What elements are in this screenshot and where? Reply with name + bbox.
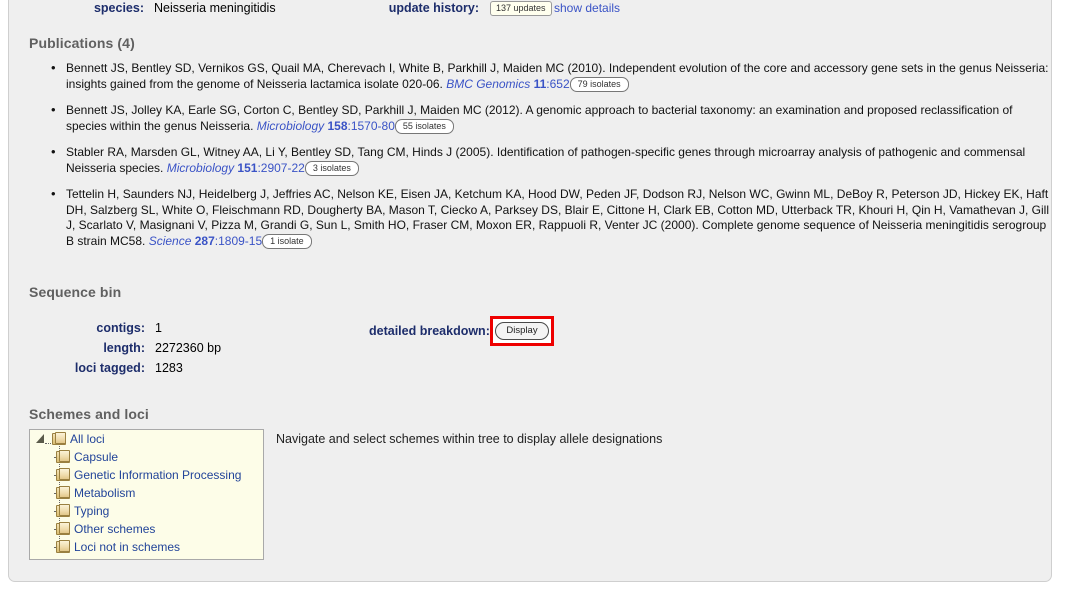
folder-icon xyxy=(56,504,71,517)
loci-tagged-value: 1283 xyxy=(155,361,183,375)
length-label: length: xyxy=(103,341,145,355)
tree-node-label: All loci xyxy=(70,432,105,446)
folder-icon xyxy=(52,432,67,445)
detailed-breakdown-label: detailed breakdown: xyxy=(369,324,490,338)
tree-node-all-loci[interactable]: All loci xyxy=(30,430,263,448)
publication-citation-text: Bennett JS, Jolley KA, Earle SG, Corton … xyxy=(66,103,1013,133)
publications-section-title: Publications (4) xyxy=(29,35,135,51)
tree-node-label: Genetic Information Processing xyxy=(74,468,242,482)
species-value: Neisseria meningitidis xyxy=(154,1,276,15)
list-item: Bennett JS, Jolley KA, Earle SG, Corton … xyxy=(49,102,1049,134)
tree-node-capsule[interactable]: Capsule xyxy=(30,448,263,466)
tree-node-label: Metabolism xyxy=(74,486,136,500)
schemes-and-loci-section-title: Schemes and loci xyxy=(29,406,149,422)
journal-volume: 287 xyxy=(194,233,215,248)
isolate-count-badge[interactable]: 1 isolate xyxy=(262,233,312,249)
record-summary-row: species: Neisseria meningitidis update h… xyxy=(9,1,1051,23)
journal-pages: :2907-22 xyxy=(257,160,305,175)
contigs-label: contigs: xyxy=(96,321,145,335)
table-row: contigs: 1 xyxy=(29,321,359,341)
tree-hint-text: Navigate and select schemes within tree … xyxy=(276,432,663,446)
display-button[interactable]: Display xyxy=(495,322,549,340)
sequence-bin-section-title: Sequence bin xyxy=(29,284,122,300)
contigs-value: 1 xyxy=(155,321,162,335)
isolate-count-badge[interactable]: 79 isolates xyxy=(569,76,629,92)
record-page-panel: species: Neisseria meningitidis update h… xyxy=(8,0,1052,582)
folder-icon xyxy=(56,468,71,481)
schemes-tree-panel[interactable]: All loci Capsule Genetic Information Pro… xyxy=(29,429,264,560)
journal-name: BMC Genomics xyxy=(446,76,531,91)
journal-volume: 158 xyxy=(327,118,348,133)
isolate-count-badge[interactable]: 55 isolates xyxy=(394,118,454,134)
list-item: Tettelin H, Saunders NJ, Heidelberg J, J… xyxy=(49,186,1049,249)
species-label: species: xyxy=(93,1,144,15)
update-count-badge[interactable]: 137 updates xyxy=(490,1,552,16)
journal-volume: 11 xyxy=(533,76,547,91)
isolate-count-badge[interactable]: 3 isolates xyxy=(304,160,359,176)
tree-root-glyph-icon[interactable] xyxy=(30,430,51,448)
list-item: Bennett JS, Bentley SD, Vernikos GS, Qua… xyxy=(49,60,1049,92)
tree-node-label: Capsule xyxy=(74,450,119,464)
tree-node-typing[interactable]: Typing xyxy=(30,502,263,520)
list-item: Stabler RA, Marsden GL, Witney AA, Li Y,… xyxy=(49,144,1049,176)
publications-list: Bennett JS, Bentley SD, Vernikos GS, Qua… xyxy=(49,60,1049,260)
folder-icon xyxy=(56,540,71,553)
journal-pages: :1570-80 xyxy=(347,118,395,133)
tree-node-label: Typing xyxy=(74,504,110,518)
journal-volume: 151 xyxy=(237,160,258,175)
journal-name: Microbiology xyxy=(166,160,235,175)
tree-node-metabolism[interactable]: Metabolism xyxy=(30,484,263,502)
panel-inner: species: Neisseria meningitidis update h… xyxy=(9,0,1051,581)
length-value: 2272360 bp xyxy=(155,341,222,355)
tree-node-loci-not-in-schemes[interactable]: Loci not in schemes xyxy=(30,538,263,556)
update-history-badge-wrap: 137 updates xyxy=(490,1,552,16)
update-history-label: update history: xyxy=(388,1,479,15)
journal-pages: :1809-15 xyxy=(214,233,263,248)
folder-icon xyxy=(56,486,71,499)
table-row: length: 2272360 bp xyxy=(29,341,359,361)
table-row: loci tagged: 1283 xyxy=(29,361,359,381)
show-details-link[interactable]: show details xyxy=(554,1,620,15)
journal-name: Microbiology xyxy=(256,118,325,133)
tree-node-other-schemes[interactable]: Other schemes xyxy=(30,520,263,538)
folder-icon xyxy=(56,450,71,463)
tree-node-label: Other schemes xyxy=(74,522,156,536)
tree-node-genetic-information-processing[interactable]: Genetic Information Processing xyxy=(30,466,263,484)
loci-tagged-label: loci tagged: xyxy=(74,361,145,375)
journal-pages: :652 xyxy=(546,76,570,91)
sequence-bin-fields: contigs: 1 length: 2272360 bp loci tagge… xyxy=(29,321,359,381)
journal-name: Science xyxy=(148,233,192,248)
folder-icon xyxy=(56,522,71,535)
tree-node-label: Loci not in schemes xyxy=(74,540,181,554)
